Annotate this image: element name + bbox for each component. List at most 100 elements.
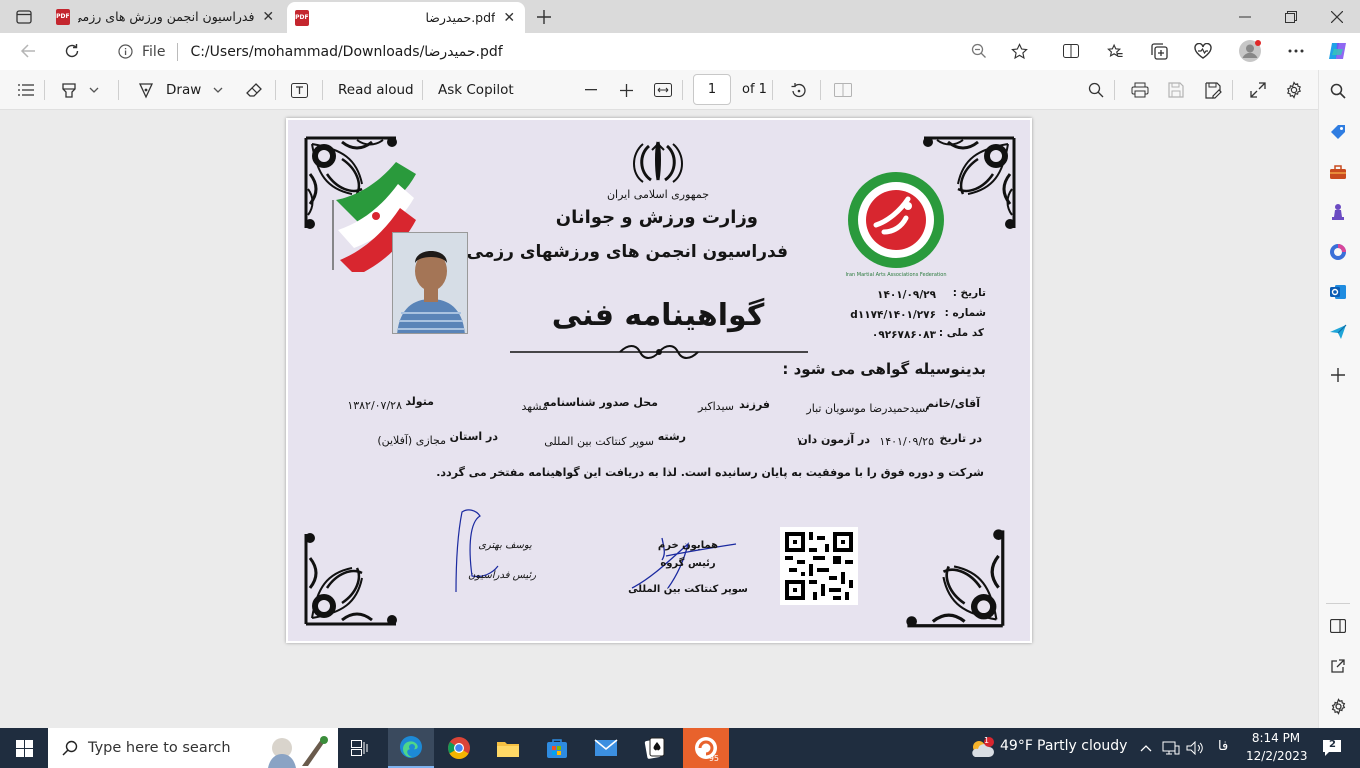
fit-width-icon[interactable]: [647, 74, 679, 106]
province-value: مجازی (آفلاین): [377, 434, 446, 447]
fullscreen-icon[interactable]: [1242, 74, 1274, 106]
read-aloud-button[interactable]: Read aloud: [338, 80, 414, 100]
find-search-icon[interactable]: [1080, 74, 1112, 106]
name-label: آقای/خانم: [925, 397, 980, 410]
eraser-icon[interactable]: [238, 74, 270, 106]
sidebar-layout-icon[interactable]: [1328, 616, 1348, 636]
tab-active-pdf[interactable]: PDF حمیدرضا.pdf ✕: [287, 2, 525, 33]
clock-date[interactable]: 12/2/2023: [1246, 749, 1308, 763]
favorite-star-icon[interactable]: [1003, 35, 1035, 67]
field-value: سوپر کنتاکت بین المللی: [544, 435, 654, 448]
zoom-out-icon[interactable]: [963, 35, 995, 67]
taskbar-edge-icon[interactable]: [388, 728, 434, 768]
birthplace-label: محل صدور شناسنامه: [543, 396, 658, 409]
clock-time[interactable]: 8:14 PM: [1250, 731, 1302, 745]
url-text[interactable]: C:/Users/mohammad/Downloads/حمیدرضا.pdf: [190, 44, 502, 60]
taskbar-store-icon[interactable]: [534, 728, 580, 768]
info-icon[interactable]: [112, 36, 138, 68]
rotate-icon[interactable]: [782, 74, 814, 106]
taskbar-chrome-icon[interactable]: [436, 728, 482, 768]
number-value: ۱۴۰۱/۲۷۶/d۱۱۷۴: [850, 309, 936, 321]
outlook-icon[interactable]: [1328, 282, 1348, 302]
certificate-page: جمهوری اسلامی ایران وزارت ورزش و جوانان …: [286, 118, 1032, 643]
search-placeholder: Type here to search: [88, 740, 231, 756]
input-language[interactable]: فا: [1218, 739, 1228, 754]
zoom-out-minus-icon[interactable]: [575, 74, 607, 106]
notifications-icon[interactable]: 2: [1314, 728, 1350, 768]
tab-actions-icon[interactable]: [8, 0, 40, 33]
sidebar-search-icon[interactable]: [1328, 81, 1348, 101]
tab-close-icon[interactable]: ✕: [501, 10, 517, 26]
contents-list-icon[interactable]: [10, 74, 42, 106]
zoom-in-plus-icon[interactable]: [610, 74, 642, 106]
favorites-icon[interactable]: [1099, 35, 1131, 67]
minimize-icon[interactable]: [1222, 0, 1268, 33]
network-icon[interactable]: [1160, 728, 1182, 768]
sig-mid-group: سوپر کنتاکت بین المللی: [628, 584, 748, 595]
draw-dropdown-chevron-down-icon[interactable]: [204, 74, 232, 106]
games-chess-icon[interactable]: [1328, 202, 1348, 222]
born-value: ۱۳۸۲/۰۷/۲۸: [347, 399, 402, 412]
ornament-bottom-right: [906, 529, 1005, 628]
highlight-dropdown-chevron-down-icon[interactable]: [80, 74, 108, 106]
open-external-icon[interactable]: [1328, 656, 1348, 676]
microsoft-365-icon[interactable]: [1328, 242, 1348, 262]
text-box-icon[interactable]: [283, 74, 315, 106]
refresh-icon[interactable]: [56, 35, 88, 67]
federation-text: فدراسیون انجمن های ورزشهای رزمی: [466, 242, 788, 262]
tab-federation[interactable]: PDF فدراسیون انجمن ورزش های رزمی ا ✕: [48, 0, 284, 33]
federation-seal-logo: [848, 172, 944, 268]
save-icon[interactable]: [1160, 74, 1192, 106]
exam-label: در آزمون دان: [798, 433, 870, 446]
weather-temp[interactable]: 49°F: [1000, 738, 1033, 754]
more-menu-icon[interactable]: [1280, 35, 1312, 67]
seal-ring-text: Iran Martial Arts Associations Federatio…: [845, 272, 947, 278]
field-label: رشته: [657, 430, 686, 443]
copilot-icon[interactable]: [1322, 35, 1354, 67]
sig-left-name: یوسف بهتری: [478, 540, 532, 551]
page-view-icon[interactable]: [827, 74, 859, 106]
draw-pen-icon[interactable]: [129, 74, 161, 106]
close-window-icon[interactable]: [1314, 0, 1360, 33]
sig-mid-name: همایون خرم: [657, 540, 719, 551]
date-label: تاریخ :: [952, 287, 986, 299]
taskbar-solitaire-icon[interactable]: [632, 728, 678, 768]
ministry-text: وزارت ورزش و جوانان: [555, 207, 758, 228]
start-windows-icon[interactable]: [0, 728, 48, 768]
weather-icon[interactable]: 1: [962, 728, 1002, 768]
split-screen-icon[interactable]: [1055, 35, 1087, 67]
sidebar-divider: [1326, 603, 1350, 604]
print-icon[interactable]: [1124, 74, 1156, 106]
back-icon[interactable]: [12, 35, 44, 67]
draw-button[interactable]: Draw: [166, 80, 201, 100]
ask-copilot-button[interactable]: Ask Copilot: [438, 80, 514, 100]
tools-toolbox-icon[interactable]: [1328, 162, 1348, 182]
restore-icon[interactable]: [1268, 0, 1314, 33]
tab-title: حمیدرضا.pdf: [425, 10, 496, 25]
tab-close-icon[interactable]: ✕: [260, 9, 276, 25]
sidebar-add-icon[interactable]: [1328, 365, 1348, 385]
weather-text[interactable]: Partly cloudy: [1037, 738, 1127, 754]
profile-avatar[interactable]: [1234, 35, 1266, 67]
save-as-icon[interactable]: [1197, 74, 1229, 106]
father-label: فرزند: [739, 398, 770, 411]
new-tab-icon[interactable]: [528, 0, 560, 33]
settings-gear-icon[interactable]: [1278, 74, 1310, 106]
sig-left-role: رئیس فدراسیون: [467, 570, 537, 581]
taskbar-mail-icon[interactable]: [583, 728, 629, 768]
sidebar-settings-gear-icon[interactable]: [1328, 696, 1348, 716]
tray-overflow-chevron-up-icon[interactable]: [1136, 728, 1156, 768]
taskbar-search-box[interactable]: Type here to search: [48, 728, 338, 768]
page-number-input[interactable]: 1: [693, 74, 731, 105]
drop-send-icon[interactable]: [1328, 322, 1348, 342]
taskbar-app-icon[interactable]: 95: [683, 728, 729, 768]
taskbar-file-explorer-icon[interactable]: [485, 728, 531, 768]
volume-icon[interactable]: [1184, 728, 1206, 768]
omnibox[interactable]: File C:/Users/mohammad/Downloads/حمیدرضا…: [100, 37, 1043, 66]
national-id-value: ۰۹۲۶۷۸۶۰۸۳: [871, 329, 936, 341]
shopping-tag-icon[interactable]: [1328, 122, 1348, 142]
browser-essentials-icon[interactable]: [1187, 35, 1219, 67]
task-view-icon[interactable]: [340, 728, 380, 768]
collections-icon[interactable]: [1143, 35, 1175, 67]
notification-count: 2: [1329, 739, 1336, 750]
